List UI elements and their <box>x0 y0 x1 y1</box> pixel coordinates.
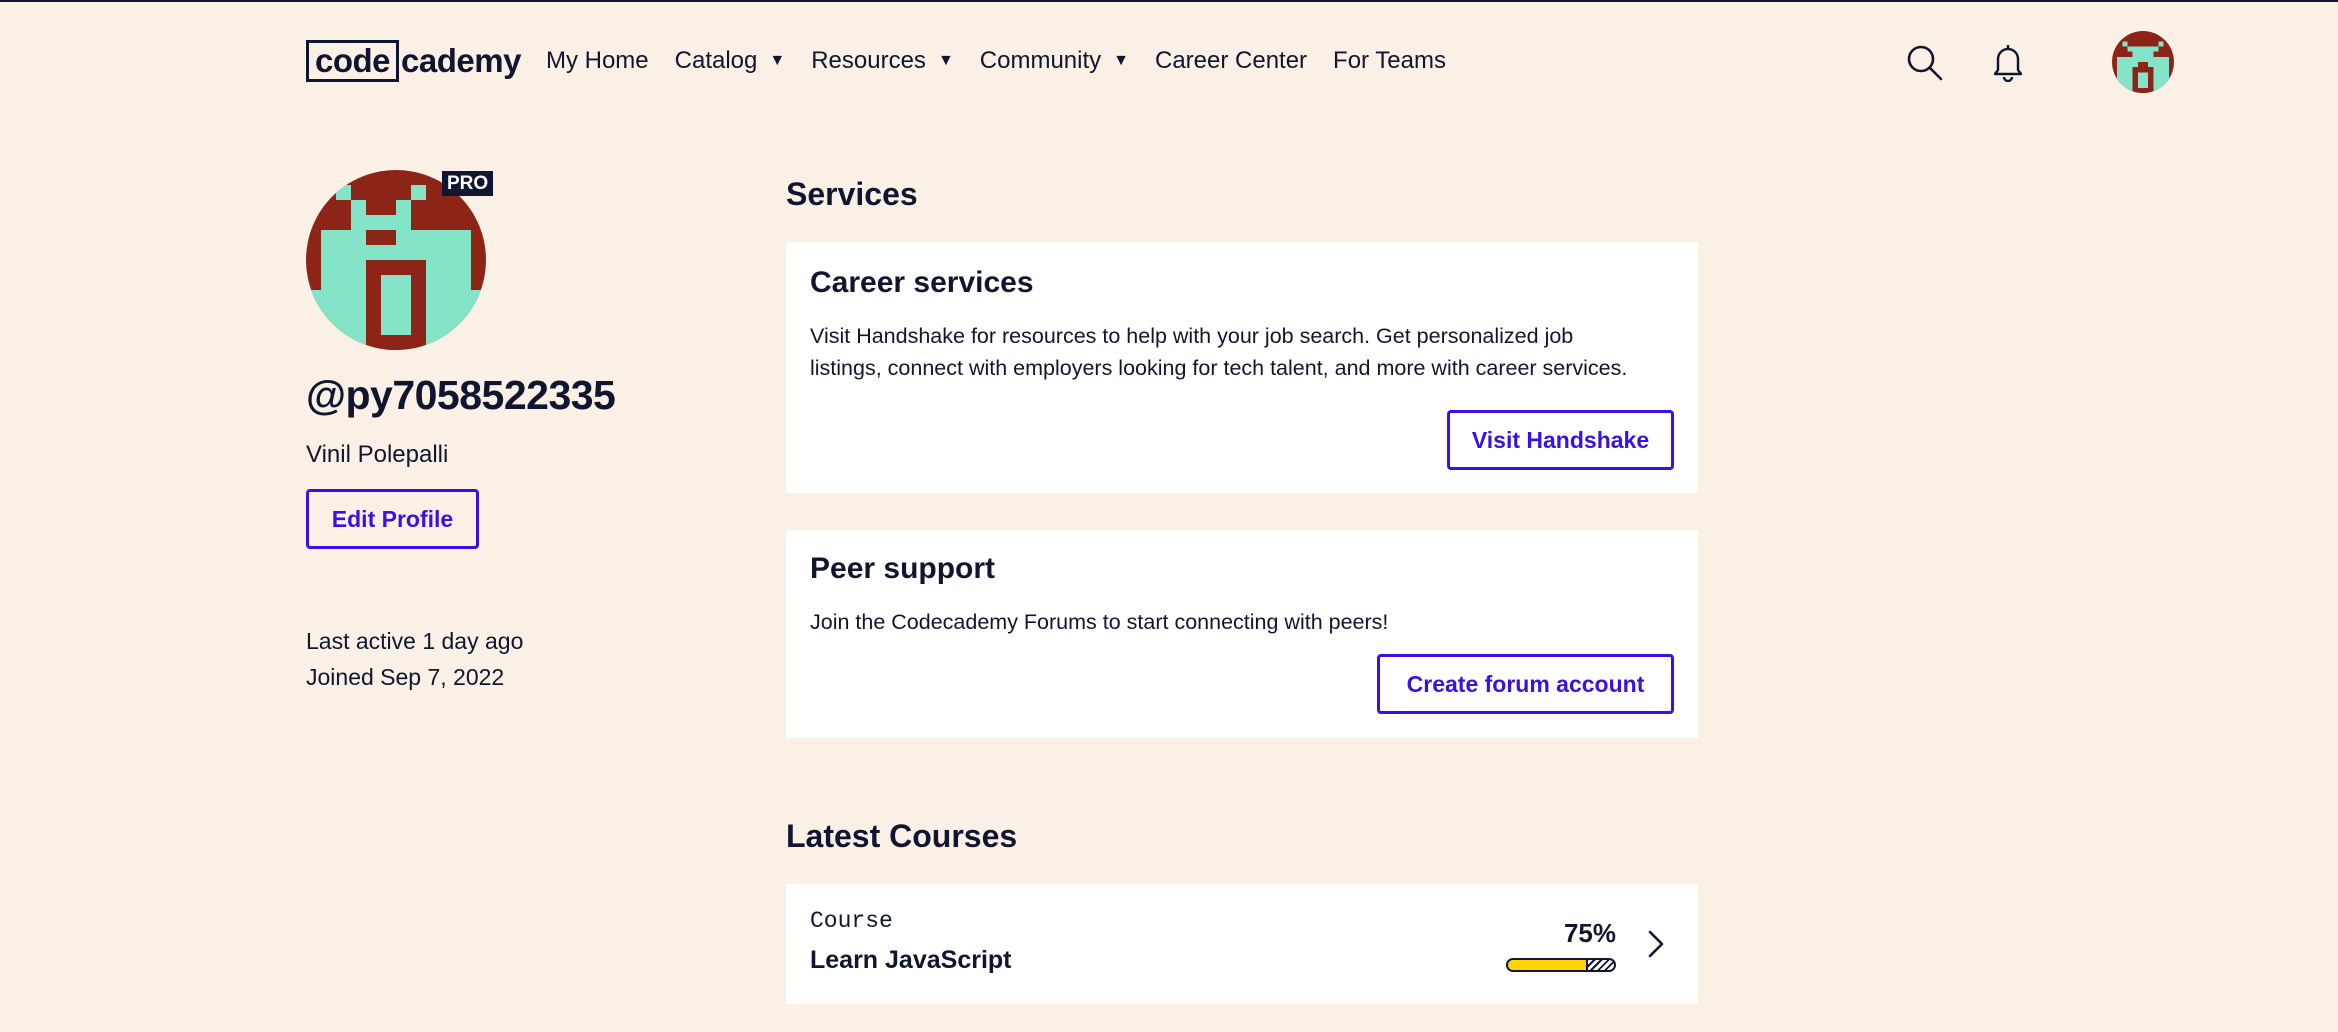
last-active-text: Last active 1 day ago <box>306 628 524 654</box>
nav-actions <box>1900 30 2174 94</box>
peer-support-title: Peer support <box>810 552 996 585</box>
nav-for-teams[interactable]: For Teams <box>1333 47 1446 75</box>
career-services-card: Career services Visit Handshake for reso… <box>786 242 1698 493</box>
create-forum-account-button[interactable]: Create forum account <box>1377 654 1674 714</box>
course-name: Learn JavaScript <box>810 946 1012 974</box>
nav-catalog-label: Catalog <box>674 47 758 74</box>
peer-support-text: Join the Codecademy Forums to start conn… <box>810 610 1389 634</box>
nav-community-label: Community <box>979 47 1102 74</box>
nav-resources[interactable]: Resources ▼ <box>811 47 954 75</box>
joined-text: Joined Sep 7, 2022 <box>306 664 505 690</box>
nav-catalog[interactable]: Catalog ▼ <box>675 47 786 75</box>
latest-courses-title: Latest Courses <box>786 818 1018 854</box>
visit-handshake-button[interactable]: Visit Handshake <box>1447 410 1674 470</box>
services-title: Services <box>786 176 918 212</box>
avatar-icon <box>306 170 486 350</box>
course-kind: Course <box>810 908 893 934</box>
course-progress-percent: 75% <box>1563 918 1616 948</box>
user-avatar-button[interactable] <box>2112 31 2174 93</box>
profile-sidebar: PRO @py7058522335 Vinil Polepalli Edit P… <box>306 170 706 695</box>
profile-avatar-wrap: PRO <box>306 170 494 350</box>
course-card[interactable]: Course Learn JavaScript 75% <box>786 884 1698 1004</box>
logo-box-text: code <box>306 40 400 82</box>
caret-down-icon: ▼ <box>937 52 954 69</box>
nav-for-teams-label: For Teams <box>1333 47 1446 74</box>
chevron-right-icon[interactable] <box>1638 926 1674 962</box>
nav-my-home-label: My Home <box>545 47 649 74</box>
caret-down-icon: ▼ <box>769 52 786 69</box>
profile-meta: Last active 1 day ago Joined Sep 7, 2022 <box>306 623 706 695</box>
profile-handle: @py7058522335 <box>306 372 616 418</box>
avatar-icon <box>2112 31 2174 93</box>
notifications-button[interactable] <box>1986 40 2030 84</box>
nav-community[interactable]: Community ▼ <box>980 47 1129 75</box>
bell-icon <box>1993 45 2023 82</box>
codecademy-logo[interactable]: code cademy <box>306 40 521 82</box>
edit-profile-button[interactable]: Edit Profile <box>306 489 479 549</box>
nav-career-center[interactable]: Career Center <box>1155 47 1307 75</box>
top-border <box>0 0 2338 2</box>
profile-name: Vinil Polepalli <box>306 441 449 468</box>
nav-resources-label: Resources <box>811 47 926 74</box>
career-services-text: Visit Handshake for resources to help wi… <box>810 324 1628 380</box>
search-icon <box>1907 45 1943 81</box>
nav-my-home[interactable]: My Home <box>546 47 649 75</box>
search-button[interactable] <box>1902 40 1946 84</box>
course-progress-bar <box>1506 958 1616 972</box>
career-services-title: Career services <box>810 266 1034 299</box>
nav-career-center-label: Career Center <box>1154 47 1308 74</box>
pro-badge: PRO <box>442 171 494 196</box>
caret-down-icon: ▼ <box>1113 52 1129 69</box>
logo-rest-text: cademy <box>401 42 521 79</box>
main-nav: code cademy My Home Catalog ▼ Resources ▼… <box>306 36 1472 86</box>
avatar <box>306 170 486 350</box>
peer-support-card: Peer support Join the Codecademy Forums … <box>786 530 1698 738</box>
course-progress-fill <box>1508 960 1588 970</box>
